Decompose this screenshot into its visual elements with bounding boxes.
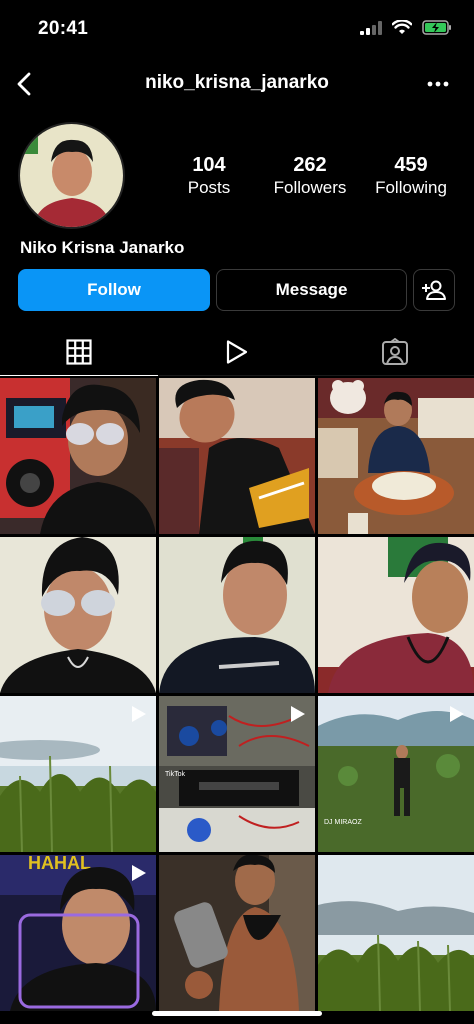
followers-label: Followers (273, 178, 347, 197)
post-thumbnail[interactable] (0, 696, 156, 852)
post-thumbnail[interactable]: HAHAL (0, 855, 156, 1011)
status-time: 20:41 (38, 18, 89, 39)
status-icons (360, 20, 452, 35)
followers-count: 262 (293, 154, 327, 176)
suggested-accounts-button[interactable] (413, 269, 455, 311)
reel-indicator-icon (132, 865, 146, 881)
post-thumbnail[interactable]: DJ MIRAOZ (318, 696, 474, 852)
post-thumbnail[interactable]: TikTok (159, 696, 315, 852)
post-overlay-text: TikTok (165, 771, 185, 778)
following-stat[interactable]: 459 Following (362, 154, 460, 199)
tagged-icon (382, 337, 408, 365)
more-options-button[interactable] (420, 70, 456, 98)
following-label: Following (375, 178, 447, 197)
profile-tabs (0, 328, 474, 376)
followers-stat[interactable]: 262 Followers (261, 154, 359, 199)
wifi-icon (392, 20, 412, 34)
more-horizontal-icon (427, 81, 449, 87)
display-name: Niko Krisna Janarko (20, 238, 185, 257)
battery-charging-icon (422, 20, 451, 35)
grid-icon (66, 338, 92, 365)
following-count: 459 (394, 154, 428, 176)
tab-reels[interactable] (158, 328, 316, 375)
post-thumbnail[interactable] (159, 537, 315, 693)
post-thumbnail[interactable] (159, 378, 315, 534)
signal-icon (360, 20, 382, 35)
header-username: niko_krisna_janarko (145, 72, 329, 93)
add-person-icon (422, 280, 446, 300)
tab-posts-grid[interactable] (0, 328, 158, 376)
posts-stat: 104 Posts (160, 154, 258, 199)
reel-indicator-icon (450, 706, 464, 722)
profile-header: niko_krisna_janarko (0, 58, 474, 110)
reel-indicator-icon (291, 706, 305, 722)
profile-stats: 104 Posts 262 Followers 459 Following (160, 154, 460, 199)
reels-icon (226, 339, 248, 364)
profile-avatar[interactable] (18, 122, 125, 229)
follow-button[interactable]: Follow (18, 269, 210, 311)
home-indicator[interactable] (152, 1011, 322, 1016)
post-thumbnail[interactable] (318, 855, 474, 1011)
reel-indicator-icon (132, 706, 146, 722)
post-thumbnail[interactable] (0, 537, 156, 693)
status-bar: 20:41 (0, 0, 474, 58)
posts-label: Posts (187, 178, 231, 197)
post-thumbnail[interactable] (159, 855, 315, 1011)
posts-count: 104 (192, 154, 226, 176)
posts-grid: TikTok DJ MIRAOZ HAHAL (0, 378, 474, 1011)
tab-tagged[interactable] (316, 328, 474, 375)
post-thumbnail[interactable] (0, 378, 156, 534)
post-overlay-text: DJ MIRAOZ (324, 819, 362, 826)
post-thumbnail[interactable] (318, 378, 474, 534)
message-button[interactable]: Message (216, 269, 407, 311)
post-overlay-text: HAHAL (28, 855, 91, 873)
post-thumbnail[interactable] (318, 537, 474, 693)
